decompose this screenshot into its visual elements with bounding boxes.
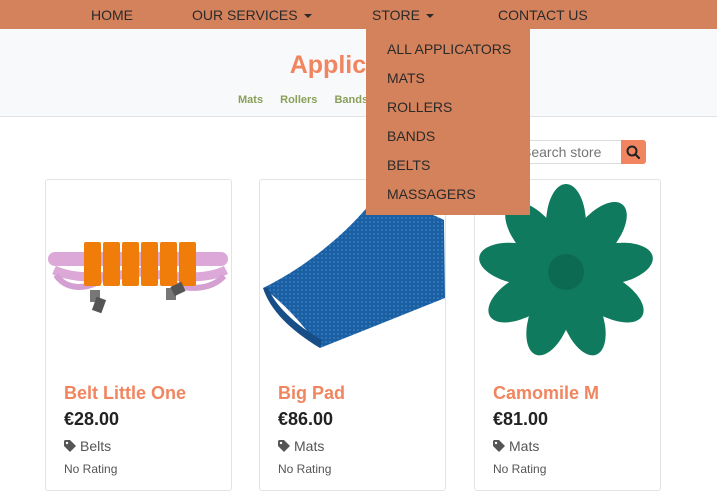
nav-contact-us[interactable]: CONTACT US bbox=[498, 0, 588, 29]
subcategory-links: Mats Rollers Bands bbox=[238, 94, 382, 106]
nav-store-label: STORE bbox=[372, 7, 420, 23]
product-card-big-pad[interactable]: Big Pad €86.00 Mats No Rating bbox=[259, 179, 446, 491]
page-title: Applicators bbox=[289, 51, 428, 79]
product-category[interactable]: Mats bbox=[278, 438, 324, 454]
dropdown-item-bands[interactable]: BANDS bbox=[387, 128, 435, 144]
tag-icon bbox=[278, 440, 290, 452]
search-button[interactable] bbox=[621, 140, 646, 164]
subcategory-link-rollers[interactable]: Rollers bbox=[280, 94, 317, 106]
product-rating: No Rating bbox=[64, 462, 118, 476]
product-image-belt[interactable] bbox=[46, 180, 231, 380]
caret-down-icon bbox=[425, 14, 434, 18]
product-rating: No Rating bbox=[493, 462, 547, 476]
product-price: €81.00 bbox=[493, 409, 549, 429]
product-name[interactable]: Big Pad bbox=[278, 383, 345, 404]
dropdown-item-mats[interactable]: MATS bbox=[387, 70, 425, 86]
store-dropdown-menu: ALL APPLICATORS MATS ROLLERS BANDS BELTS… bbox=[366, 28, 530, 215]
subcategory-link-mats[interactable]: Mats bbox=[238, 94, 263, 106]
product-category[interactable]: Belts bbox=[64, 438, 111, 454]
nav-store[interactable]: STORE bbox=[372, 0, 434, 29]
tag-icon bbox=[493, 440, 505, 452]
tag-icon bbox=[64, 440, 76, 452]
product-card-camomile-m[interactable]: Camomile M €81.00 Mats No Rating bbox=[474, 179, 661, 491]
product-name[interactable]: Belt Little One bbox=[64, 383, 186, 404]
product-card-belt-little-one[interactable]: Belt Little One €28.00 Belts No Rating bbox=[45, 179, 232, 491]
product-price: €28.00 bbox=[64, 409, 120, 429]
subcategory-link-bands[interactable]: Bands bbox=[334, 94, 368, 106]
product-category-label: Mats bbox=[294, 438, 325, 454]
nav-our-services-label: OUR SERVICES bbox=[192, 7, 298, 23]
search-icon bbox=[626, 145, 641, 160]
product-name[interactable]: Camomile M bbox=[493, 383, 599, 404]
product-price: €86.00 bbox=[278, 409, 334, 429]
dropdown-item-belts[interactable]: BELTS bbox=[387, 157, 430, 173]
product-category-label: Belts bbox=[80, 438, 112, 454]
nav-our-services[interactable]: OUR SERVICES bbox=[192, 0, 312, 29]
nav-home[interactable]: HOME bbox=[91, 0, 133, 29]
product-rating: No Rating bbox=[278, 462, 332, 476]
dropdown-item-all-applicators[interactable]: ALL APPLICATORS bbox=[387, 41, 511, 57]
dropdown-item-massagers[interactable]: MASSAGERS bbox=[387, 186, 476, 202]
product-category-label: Mats bbox=[509, 438, 540, 454]
dropdown-item-rollers[interactable]: ROLLERS bbox=[387, 99, 452, 115]
top-navigation: HOME OUR SERVICES STORE CONTACT US bbox=[0, 0, 717, 29]
caret-down-icon bbox=[303, 14, 312, 18]
product-category[interactable]: Mats bbox=[493, 438, 539, 454]
